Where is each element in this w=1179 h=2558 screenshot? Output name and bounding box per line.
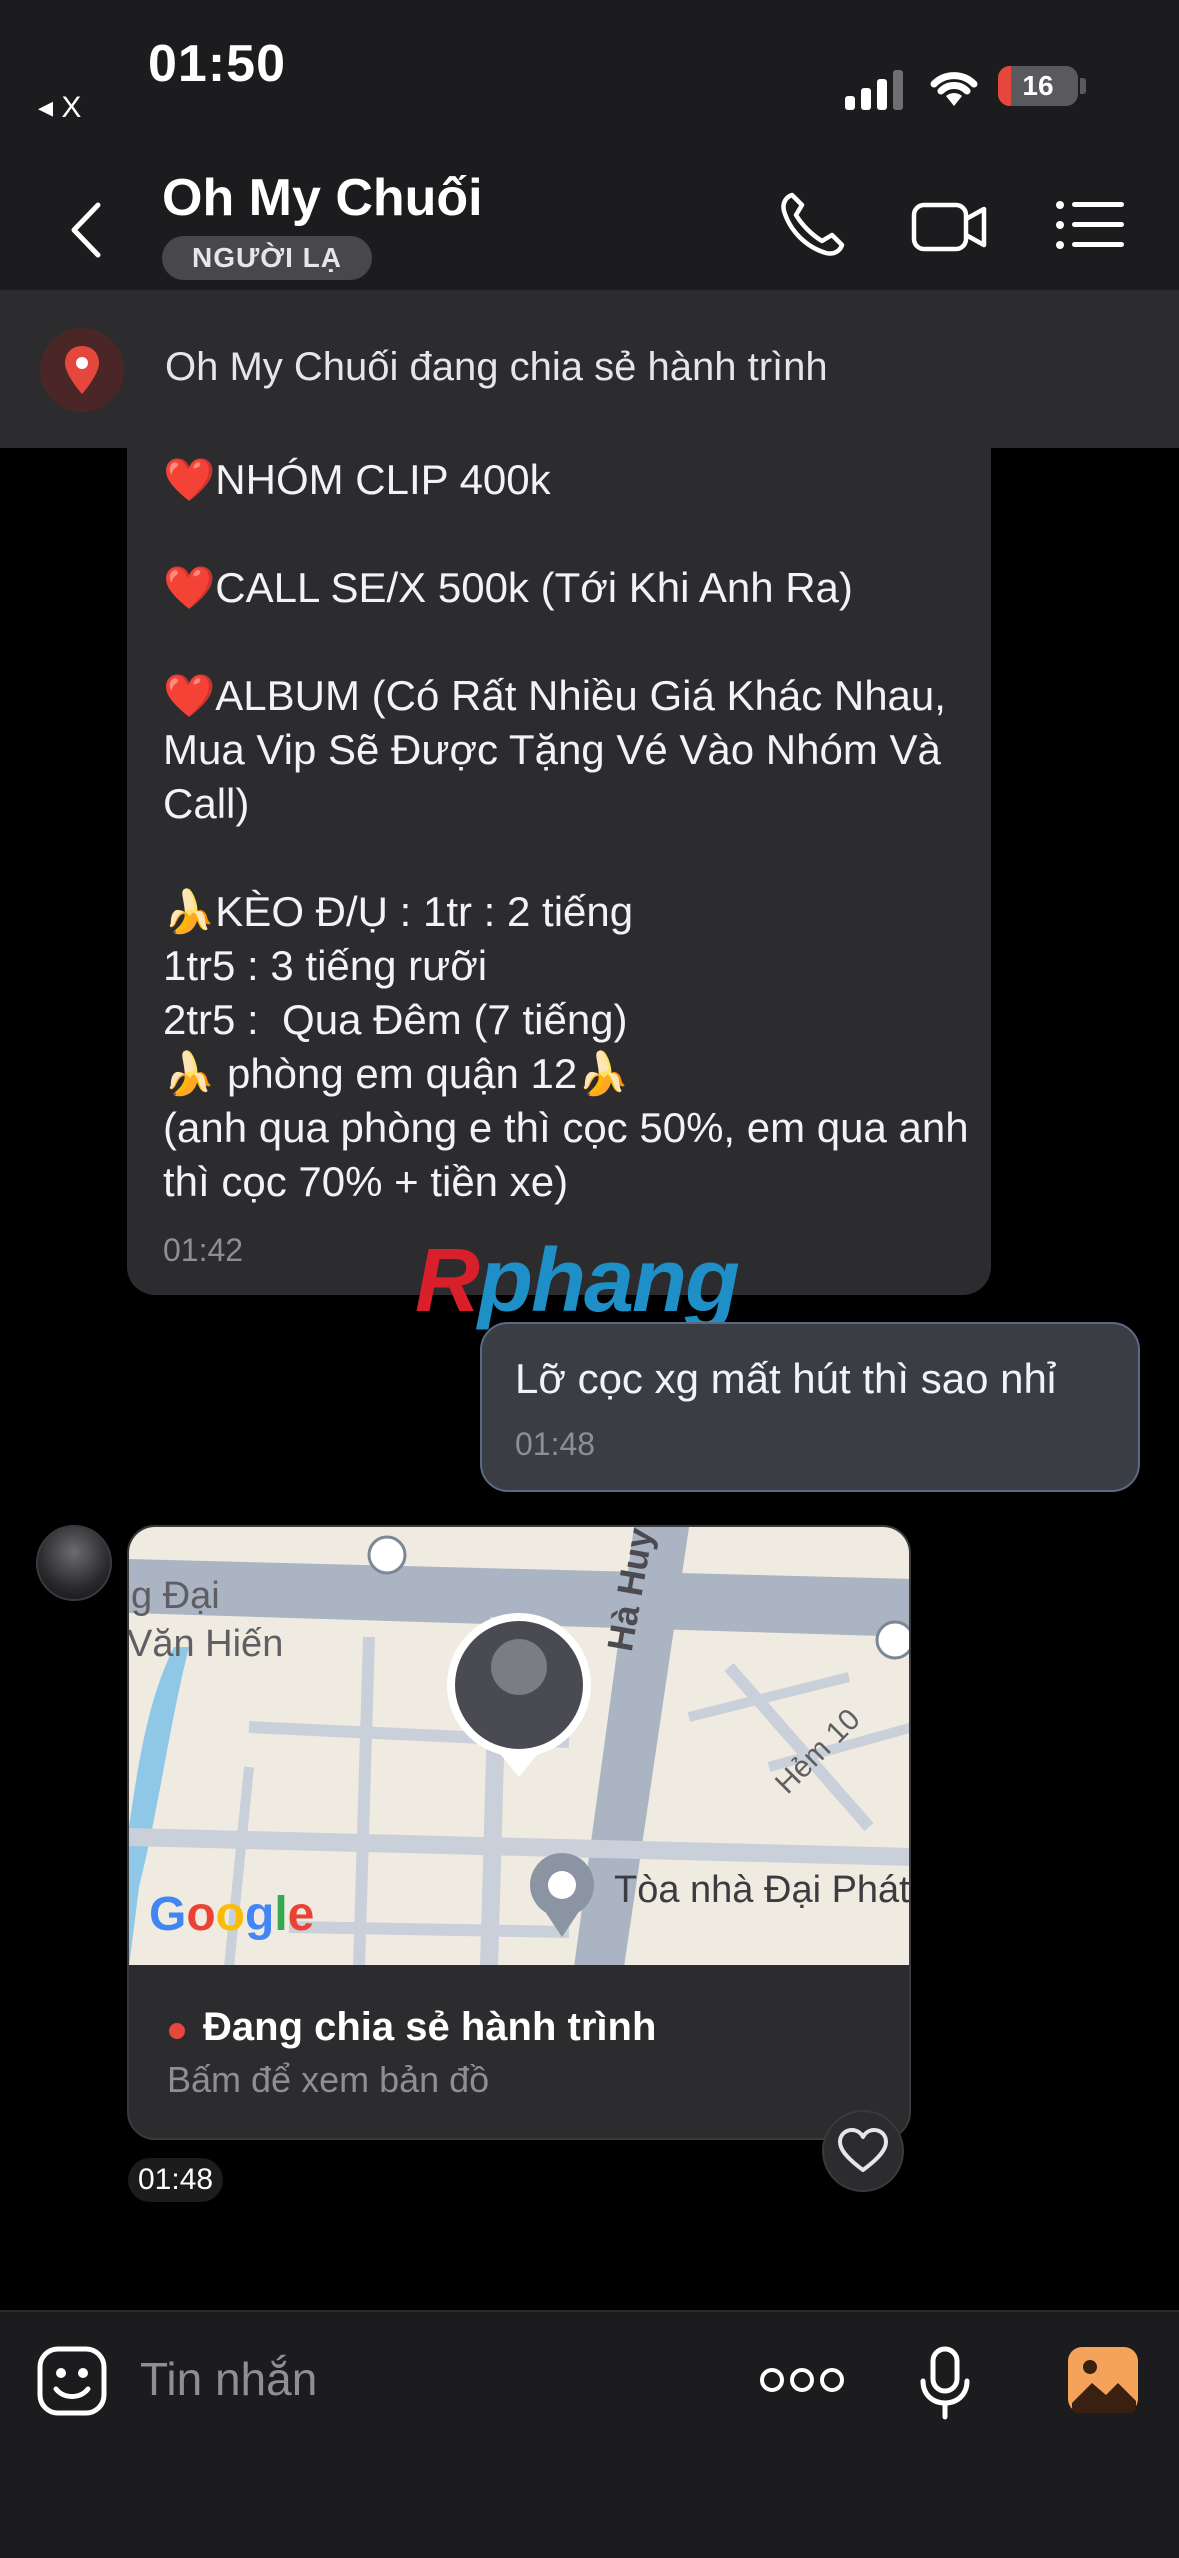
signal-icon (845, 70, 903, 110)
microphone-icon[interactable] (915, 2345, 975, 2421)
sender-avatar[interactable] (36, 1525, 112, 1601)
phone-call-icon[interactable] (772, 185, 852, 265)
location-share-text: Oh My Chuối đang chia sẻ hành trình (165, 345, 828, 389)
heart-icon (838, 2128, 888, 2172)
like-button[interactable] (822, 2110, 904, 2192)
back-chevron-icon[interactable] (58, 195, 118, 265)
status-time: 01:50 (148, 35, 286, 93)
map-place-name: Tòa nhà Đại Phát (614, 1869, 910, 1911)
menu-list-icon[interactable] (1050, 185, 1130, 265)
battery-indicator: 16 (998, 66, 1078, 106)
map-message-time: 01:48 (128, 2158, 224, 2202)
live-location-subtitle: Bấm để xem bản đồ (167, 2059, 490, 2100)
location-map-card[interactable]: g Đại Văn Hiến Hà Huy Giáp Hẻm 10 Tòa nh… (127, 1525, 911, 2140)
back-to-app-link[interactable]: ◂ X (38, 90, 81, 125)
google-logo: Google (149, 1888, 315, 1941)
video-call-icon[interactable] (910, 185, 990, 265)
battery-level: 16 (1022, 70, 1054, 101)
outgoing-message-time: 01:48 (515, 1426, 596, 1462)
contact-name[interactable]: Oh My Chuối (162, 168, 483, 228)
more-options-icon[interactable] (758, 2360, 846, 2400)
live-location-title: Đang chia sẻ hành trình (203, 2005, 657, 2049)
watermark-logo: Rphang (415, 1231, 740, 1331)
gallery-image-icon[interactable] (1066, 2345, 1140, 2415)
message-composer (0, 2310, 1179, 2558)
stranger-badge: NGƯỜI LẠ (162, 236, 372, 280)
live-indicator-dot (169, 2023, 185, 2039)
incoming-message-text: ❤️NHÓM CLIP 400k ❤️CALL SE/X 500k (Tới K… (163, 456, 969, 1205)
message-input[interactable]: Tin nhắn (140, 2352, 317, 2406)
sticker-emoji-icon[interactable] (36, 2345, 108, 2417)
location-pin-icon (40, 328, 124, 412)
map-label-area: g Đại (131, 1575, 220, 1617)
live-location-info[interactable]: Đang chia sẻ hành trình Bấm để xem bản đ… (129, 1965, 909, 2138)
wifi-icon (930, 72, 978, 106)
incoming-message-time: 01:42 (163, 1232, 244, 1268)
battery-tip (1080, 78, 1086, 94)
outgoing-message-text: Lỡ cọc xg mất hút thì sao nhỉ (515, 1355, 1057, 1402)
outgoing-message-bubble[interactable] (480, 1322, 1140, 1492)
map-label-district: Văn Hiến (127, 1623, 284, 1665)
